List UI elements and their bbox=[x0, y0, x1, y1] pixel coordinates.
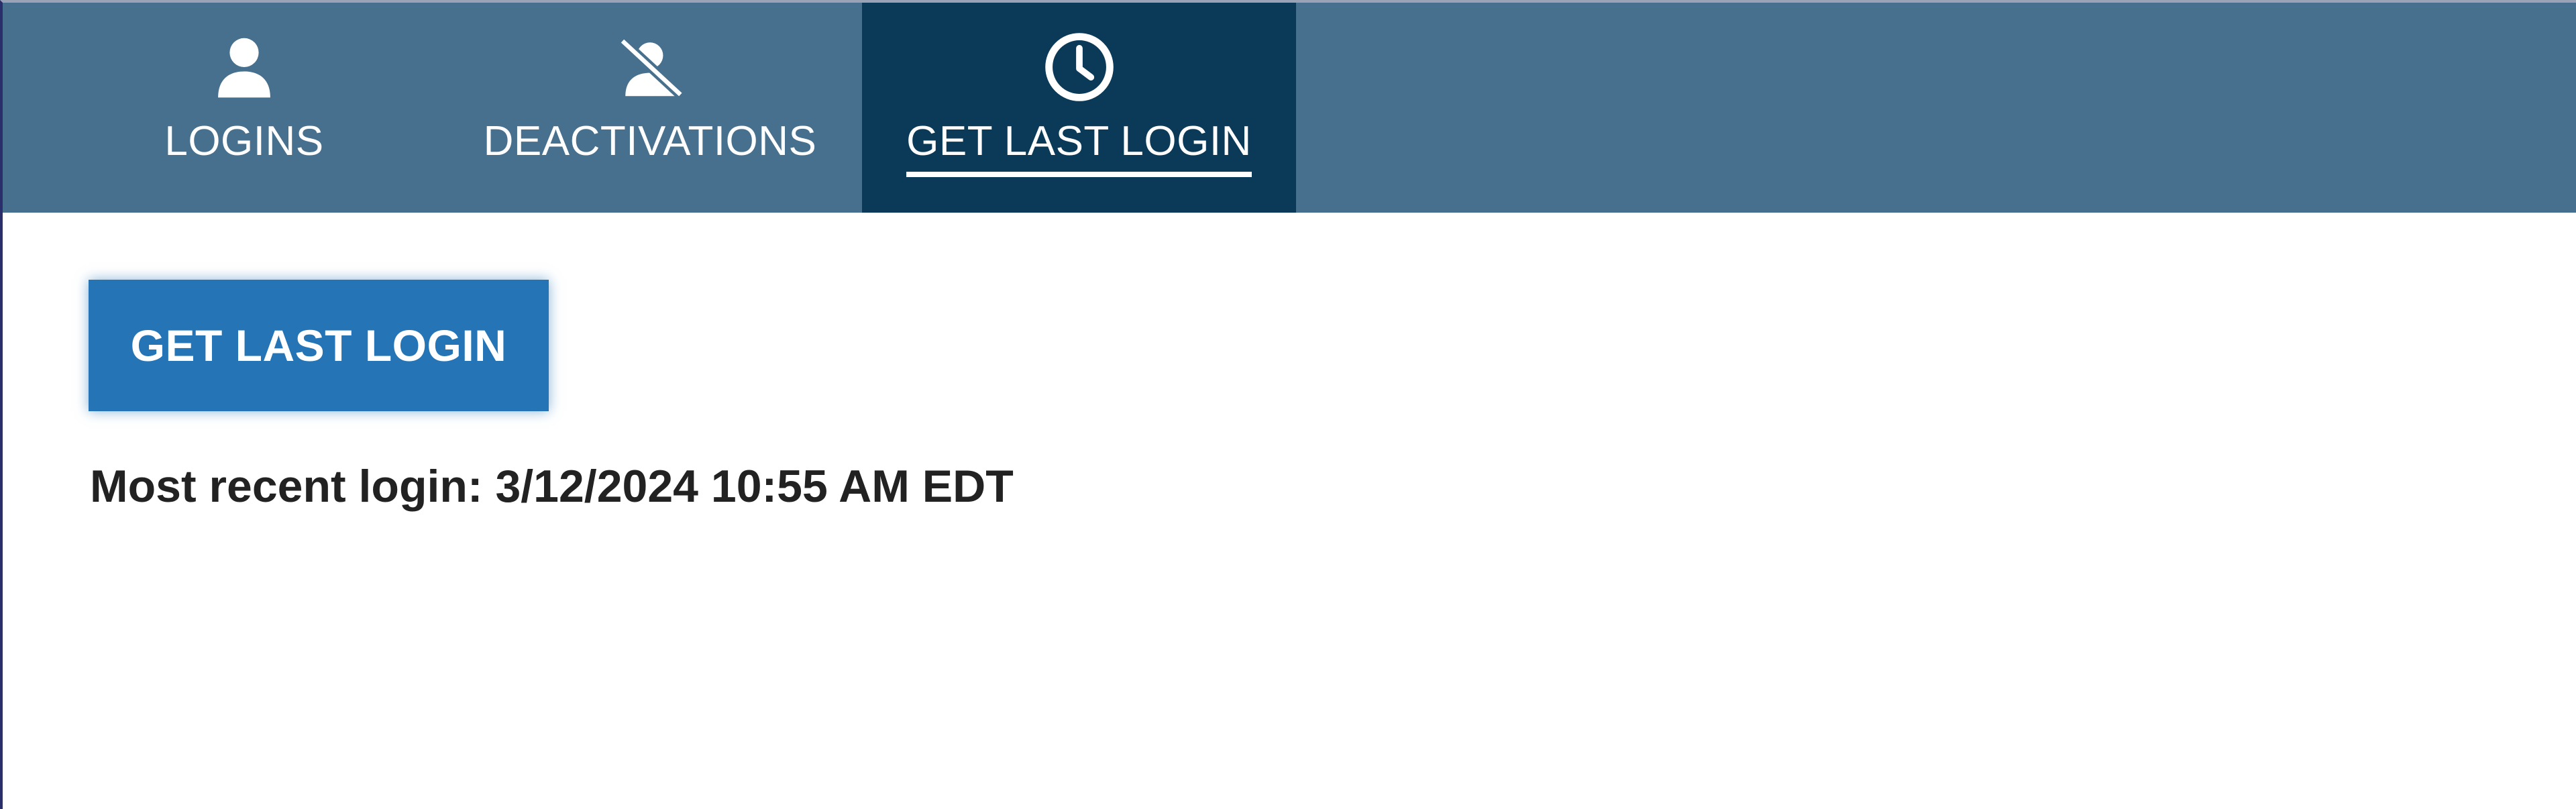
user-icon bbox=[218, 38, 270, 98]
most-recent-login-text: Most recent login: 3/12/2024 10:55 AM ED… bbox=[90, 461, 1014, 512]
get-last-login-button[interactable]: GET LAST LOGIN bbox=[89, 280, 549, 411]
app-window: LOGINS DEACTIVATIONS GET LAST LOGIN GET … bbox=[0, 0, 2576, 809]
tab-deactivations[interactable]: DEACTIVATIONS bbox=[459, 3, 841, 213]
tab-bar: LOGINS DEACTIVATIONS GET LAST LOGIN bbox=[3, 3, 2576, 213]
tab-logins[interactable]: LOGINS bbox=[103, 3, 385, 213]
tab-get-last-login[interactable]: GET LAST LOGIN bbox=[862, 3, 1296, 213]
user-slash-icon bbox=[619, 37, 684, 99]
tab-label: GET LAST LOGIN bbox=[906, 121, 1252, 177]
tab-label: LOGINS bbox=[164, 118, 324, 164]
clock-icon bbox=[1044, 33, 1114, 101]
tab-label: DEACTIVATIONS bbox=[483, 118, 817, 164]
